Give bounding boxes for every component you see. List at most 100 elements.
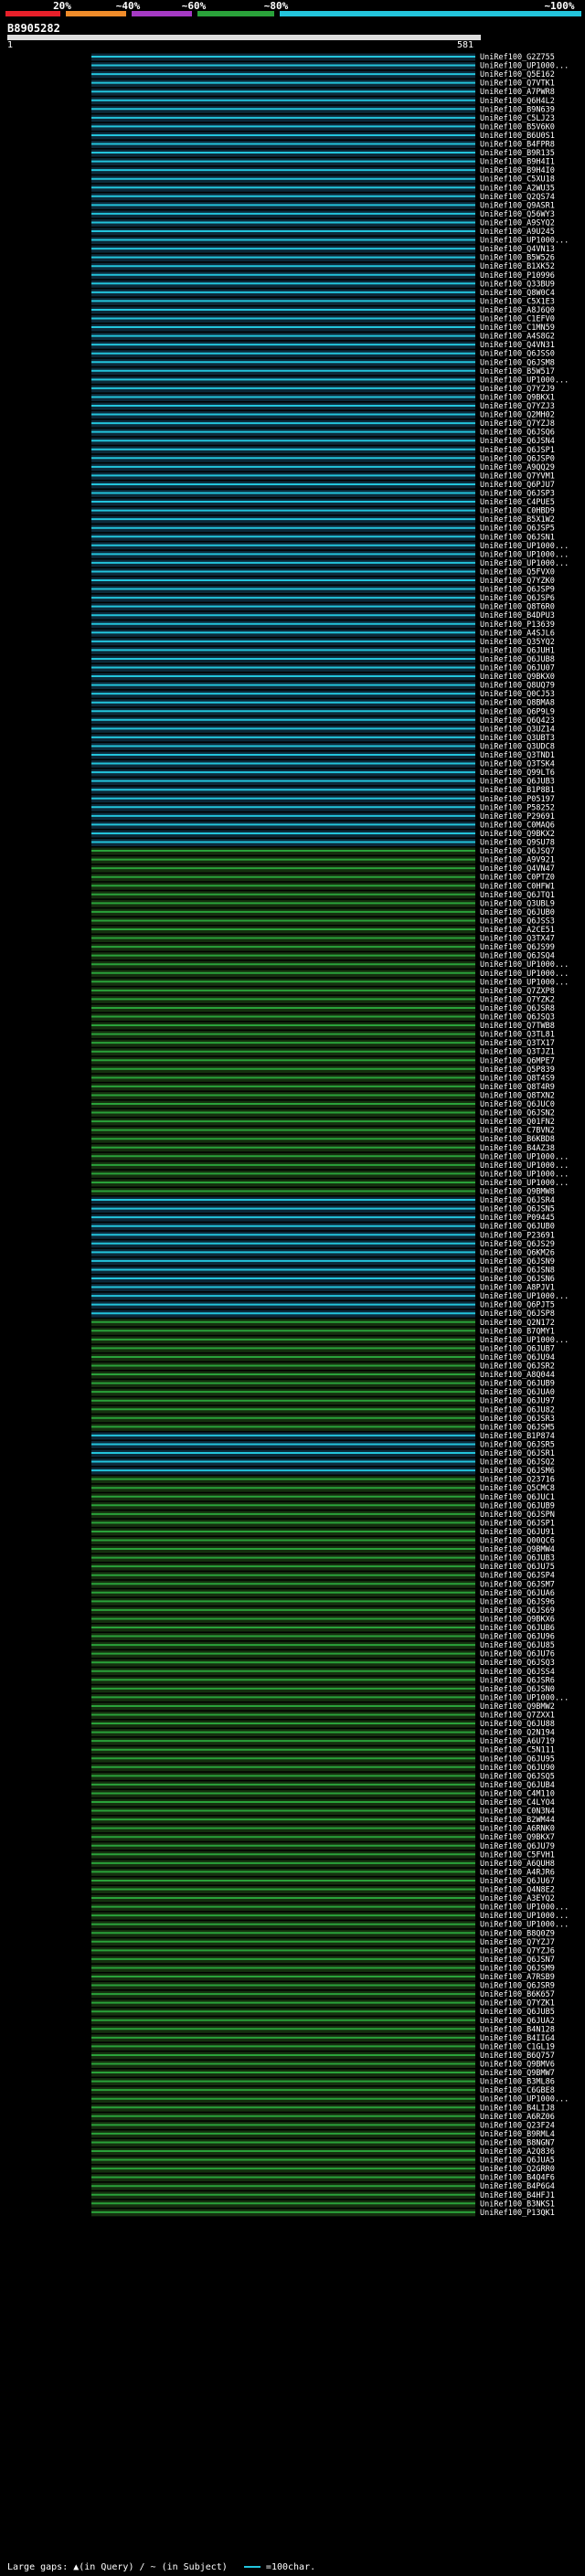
- hit-label[interactable]: UniRef100_B9H4I1: [480, 158, 555, 167]
- hit-label[interactable]: UniRef100_UP1000...: [480, 970, 569, 979]
- hit-label[interactable]: UniRef100_UP1000...: [480, 1170, 569, 1179]
- hit-label[interactable]: UniRef100_Q35YQ2: [480, 638, 555, 647]
- hit-label[interactable]: UniRef100_UP1000...: [480, 960, 569, 970]
- hit-label[interactable]: UniRef100_Q8T6R0: [480, 603, 555, 612]
- hit-label[interactable]: UniRef100_Q4N8E2: [480, 1886, 555, 1895]
- hit-label[interactable]: UniRef100_UP1000...: [480, 376, 569, 385]
- hit-label[interactable]: UniRef100_Q99LT6: [480, 769, 555, 778]
- hit-label[interactable]: UniRef100_C0MAQ6: [480, 821, 555, 830]
- hit-label[interactable]: UniRef100_Q6JSR2: [480, 1362, 555, 1372]
- hit-label[interactable]: UniRef100_Q9BMW7: [480, 2069, 555, 2078]
- hit-label[interactable]: UniRef100_B6U0S1: [480, 132, 555, 141]
- hit-label[interactable]: UniRef100_Q6JSQ2: [480, 1458, 555, 1468]
- hit-label[interactable]: UniRef100_Q7TWB8: [480, 1022, 555, 1031]
- hit-label[interactable]: UniRef100_UP1000...: [480, 1693, 569, 1702]
- hit-label[interactable]: UniRef100_Q6JSN0: [480, 1685, 555, 1694]
- hit-label[interactable]: UniRef100_Q6JU85: [480, 1641, 555, 1650]
- hit-label[interactable]: UniRef100_B9H4I0: [480, 166, 555, 175]
- hit-label[interactable]: UniRef100_Q6JUC1: [480, 1493, 555, 1502]
- hit-label[interactable]: UniRef100_C4M110: [480, 1789, 555, 1798]
- hit-label[interactable]: UniRef100_C1EFV0: [480, 315, 555, 324]
- hit-label[interactable]: UniRef100_Q9ASR1: [480, 201, 555, 210]
- hit-label[interactable]: UniRef100_Q6JSR9: [480, 1982, 555, 1991]
- hit-label[interactable]: UniRef100_Q23716: [480, 1476, 555, 1485]
- hit-label[interactable]: UniRef100_Q6JUA2: [480, 2017, 555, 2026]
- hit-label[interactable]: UniRef100_B8NGN7: [480, 2138, 555, 2147]
- hit-label[interactable]: UniRef100_Q6JUB9: [480, 1501, 555, 1511]
- hit-label[interactable]: UniRef100_C4LYO4: [480, 1798, 555, 1807]
- hit-label[interactable]: UniRef100_C0HFW1: [480, 882, 555, 891]
- hit-label[interactable]: UniRef100_Q6JUB3: [480, 1554, 555, 1564]
- hit-label[interactable]: UniRef100_B1XK52: [480, 262, 555, 271]
- hit-label[interactable]: UniRef100_Q2N194: [480, 1729, 555, 1738]
- hit-label[interactable]: UniRef100_Q9BMW2: [480, 1702, 555, 1712]
- hit-label[interactable]: UniRef100_Q6JSPN: [480, 1511, 555, 1520]
- hit-label[interactable]: UniRef100_B5V6K0: [480, 122, 555, 132]
- hit-label[interactable]: UniRef100_C5LJ23: [480, 114, 555, 123]
- hit-label[interactable]: UniRef100_Q2QS74: [480, 193, 555, 202]
- hit-label[interactable]: UniRef100_Q6JS29: [480, 1240, 555, 1249]
- hit-label[interactable]: UniRef100_Q7YZK1: [480, 1999, 555, 2009]
- hit-label[interactable]: UniRef100_Q9BKX1: [480, 393, 555, 402]
- hit-label[interactable]: UniRef100_UP1000...: [480, 1152, 569, 1161]
- hit-label[interactable]: UniRef100_C5N111: [480, 1746, 555, 1755]
- hit-label[interactable]: UniRef100_P10996: [480, 271, 555, 281]
- hit-label[interactable]: UniRef100_B4HFJ1: [480, 2191, 555, 2200]
- hit-label[interactable]: UniRef100_Q6JSP6: [480, 594, 555, 603]
- hit-label[interactable]: UniRef100_Q8T4R9: [480, 1083, 555, 1092]
- hit-label[interactable]: UniRef100_Q6JU97: [480, 1397, 555, 1406]
- hit-label[interactable]: UniRef100_Q3TL81: [480, 1031, 555, 1040]
- hit-label[interactable]: UniRef100_P29691: [480, 812, 555, 822]
- hit-label[interactable]: UniRef100_P09445: [480, 1214, 555, 1223]
- hit-label[interactable]: UniRef100_Q6JU82: [480, 1405, 555, 1415]
- hit-label[interactable]: UniRef100_Q23F24: [480, 2121, 555, 2130]
- hit-label[interactable]: UniRef100_C5XU18: [480, 175, 555, 185]
- hit-label[interactable]: UniRef100_Q7YZK0: [480, 577, 555, 586]
- hit-label[interactable]: UniRef100_Q4VN31: [480, 341, 555, 350]
- hit-label[interactable]: UniRef100_UP1000...: [480, 237, 569, 246]
- hit-label[interactable]: UniRef100_Q6JSP3: [480, 490, 555, 499]
- hit-label[interactable]: UniRef100_Q6JSM8: [480, 358, 555, 367]
- hit-label[interactable]: UniRef100_P23691: [480, 1231, 555, 1240]
- hit-label[interactable]: UniRef100_Q6JUH1: [480, 646, 555, 655]
- hit-label[interactable]: UniRef100_B4P6G4: [480, 2182, 555, 2191]
- hit-label[interactable]: UniRef100_Q6JSN5: [480, 1205, 555, 1214]
- hit-label[interactable]: UniRef100_Q6JUA6: [480, 1589, 555, 1598]
- hit-label[interactable]: UniRef100_B5W526: [480, 254, 555, 263]
- hit-label[interactable]: UniRef100_B9R135: [480, 149, 555, 158]
- hit-label[interactable]: UniRef100_Q6JU95: [480, 1754, 555, 1764]
- hit-label[interactable]: UniRef100_B5W517: [480, 367, 555, 376]
- hit-label[interactable]: UniRef100_Q6JU88: [480, 1720, 555, 1729]
- hit-label[interactable]: UniRef100_A6QUH8: [480, 1860, 555, 1869]
- hit-label[interactable]: UniRef100_C7BVN2: [480, 1127, 555, 1136]
- hit-label[interactable]: UniRef100_Q9BMV6: [480, 2061, 555, 2070]
- hit-label[interactable]: UniRef100_Q6JSQ7: [480, 847, 555, 856]
- hit-label[interactable]: UniRef100_Q6JU67: [480, 1877, 555, 1886]
- hit-label[interactable]: UniRef100_Q6JU75: [480, 1563, 555, 1572]
- hit-label[interactable]: UniRef100_Q6JSP0: [480, 454, 555, 463]
- hit-label[interactable]: UniRef100_Q9BKX7: [480, 1833, 555, 1842]
- hit-label[interactable]: UniRef100_Q6JU94: [480, 1353, 555, 1362]
- hit-label[interactable]: UniRef100_Q6JSP9: [480, 586, 555, 595]
- hit-label[interactable]: UniRef100_Q6JSP4: [480, 1572, 555, 1581]
- hit-label[interactable]: UniRef100_UP1000...: [480, 62, 569, 71]
- hit-label[interactable]: UniRef100_B4N128: [480, 2025, 555, 2034]
- hit-label[interactable]: UniRef100_B4AZ38: [480, 1144, 555, 1153]
- hit-label[interactable]: UniRef100_Q7YZJ9: [480, 385, 555, 394]
- hit-label[interactable]: UniRef100_Q6JSQ3: [480, 1659, 555, 1668]
- hit-label[interactable]: UniRef100_Q6JSQ5: [480, 1772, 555, 1781]
- hit-label[interactable]: UniRef100_Q7VTK1: [480, 80, 555, 89]
- hit-label[interactable]: UniRef100_B3NKS1: [480, 2200, 555, 2209]
- hit-label[interactable]: UniRef100_Q00QC6: [480, 1537, 555, 1546]
- hit-label[interactable]: UniRef100_A9SYQ2: [480, 218, 555, 228]
- hit-label[interactable]: UniRef100_UP1000...: [480, 550, 569, 559]
- hit-label[interactable]: UniRef100_UP1000...: [480, 542, 569, 551]
- hit-label[interactable]: UniRef100_Q6JUB7: [480, 1344, 555, 1353]
- hit-label[interactable]: UniRef100_C6GBE8: [480, 2086, 555, 2095]
- hit-label[interactable]: UniRef100_A8PJV1: [480, 1284, 555, 1293]
- hit-label[interactable]: UniRef100_Q5P839: [480, 1065, 555, 1075]
- hit-label[interactable]: UniRef100_Q6JUB0: [480, 1223, 555, 1232]
- hit-label[interactable]: UniRef100_Q6JUB9: [480, 1380, 555, 1389]
- hit-label[interactable]: UniRef100_UP1000...: [480, 1903, 569, 1913]
- hit-label[interactable]: UniRef100_Q6Q423: [480, 716, 555, 726]
